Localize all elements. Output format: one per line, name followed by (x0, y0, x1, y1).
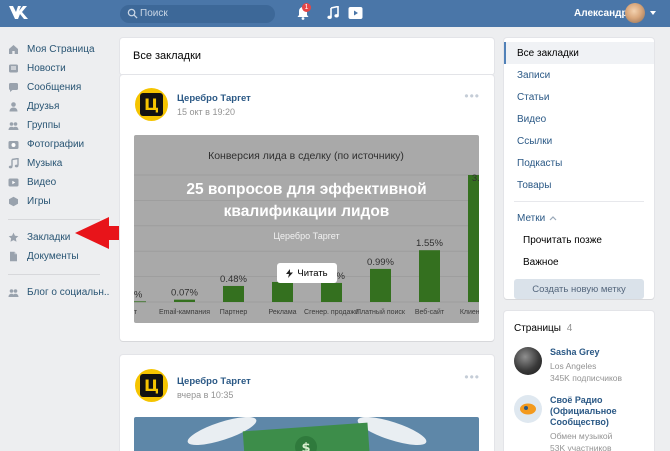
sidebar-item-label: Сообщения (27, 82, 82, 93)
post-date[interactable]: вчера в 10:35 (177, 390, 233, 400)
page-avatar[interactable] (514, 395, 542, 423)
sidebar-item-label: Фотографии (27, 139, 85, 150)
sidebar-item[interactable]: Сообщения (8, 78, 108, 97)
svg-text:$: $ (301, 441, 310, 451)
bookmarks-filter-menu: Все закладки Записи Статьи Видео Ссылки Подка… (504, 38, 654, 299)
money-illustration: $ (187, 417, 427, 451)
sidebar-item[interactable]: Моя Страница (8, 40, 108, 59)
page-name[interactable]: Sasha Grey (550, 347, 600, 357)
filter-item[interactable]: Видео (504, 108, 654, 130)
tag-item[interactable]: Прочитать позже (504, 229, 654, 251)
image-overlay (134, 135, 479, 323)
sidebar-item-label: Видео (27, 177, 57, 188)
read-button[interactable]: Читать (277, 263, 337, 283)
radio-logo-icon (520, 403, 536, 415)
more-options-icon[interactable]: ••• (464, 371, 480, 383)
music-icon[interactable] (327, 6, 339, 20)
page-avatar[interactable] (514, 347, 542, 375)
page-name[interactable]: Своё Радио (Официальное Сообщество) (550, 395, 617, 428)
blog-icon (8, 287, 19, 298)
article-source: Церебро Таргет (273, 231, 340, 241)
photos-icon (8, 139, 19, 150)
chevron-up-icon (549, 215, 557, 220)
sidebar-item-label: Документы (27, 251, 79, 262)
star-icon (8, 232, 19, 243)
sidebar-item[interactable]: Музыка (8, 154, 108, 173)
sidebar-item-label: Музыка (27, 158, 63, 169)
home-icon (8, 44, 19, 55)
page-subtitle: Los Angeles (550, 361, 597, 371)
pages-title[interactable]: Страницы 4 (514, 323, 572, 334)
post-author-name[interactable]: Церебро Таргет (177, 376, 251, 387)
lightning-icon (286, 268, 294, 278)
search-placeholder: Поиск (140, 8, 168, 19)
post-author-avatar[interactable]: Ц (135, 88, 168, 121)
more-options-icon[interactable]: ••• (464, 90, 480, 102)
sidebar-item[interactable]: Блог о социальн.. (8, 283, 110, 302)
post-date[interactable]: 15 окт в 19:20 (177, 107, 235, 117)
tag-item[interactable]: Важное (504, 251, 654, 273)
filter-item[interactable]: Записи (504, 64, 654, 86)
news-icon (8, 63, 19, 74)
sidebar-item-label: Друзья (27, 101, 60, 112)
right-column: Все закладки Записи Статьи Видео Ссылки Подка… (504, 38, 654, 451)
filter-item[interactable]: Все закладки (504, 42, 654, 64)
video-icon (8, 177, 19, 188)
user-name[interactable]: Александр (574, 8, 628, 19)
bookmarks-feed: Все закладки Ц Церебро Таргет 15 окт в 1… (120, 38, 494, 451)
document-icon (8, 251, 19, 262)
video-icon[interactable] (348, 6, 363, 20)
filter-item[interactable]: Ссылки (504, 130, 654, 152)
nav-divider (8, 274, 100, 275)
messages-icon (8, 82, 19, 93)
sidebar-item-label: Группы (27, 120, 61, 131)
groups-icon (8, 120, 19, 131)
sidebar-item-label: Моя Страница (27, 44, 95, 55)
conversion-chart: Конверсия лида в сделку (по источнику) 2… (134, 135, 479, 323)
create-tag-button[interactable]: Создать новую метку (514, 279, 644, 299)
article-snippet[interactable]: Конверсия лида в сделку (по источнику) 2… (134, 135, 479, 323)
post-card: Ц Церебро Таргет вчера в 10:35 ••• $ (120, 355, 494, 451)
sidebar-item[interactable]: Группы (8, 116, 108, 135)
sidebar-item[interactable]: Новости (8, 59, 108, 78)
chevron-down-icon[interactable] (650, 11, 656, 15)
games-icon (8, 196, 19, 207)
sidebar-item-label: Новости (27, 63, 66, 74)
feed-header-card: Все закладки (120, 38, 494, 75)
pages-card: Страницы 4 Sasha Grey Los Angeles 345K п… (504, 311, 654, 451)
page-subtitle: Обмен музыкой (550, 431, 613, 441)
sidebar-item[interactable]: Фотографии (8, 135, 108, 154)
top-bar: Поиск 1 Александр (0, 0, 670, 27)
page-followers: 345K подписчиков (550, 373, 623, 383)
user-avatar[interactable] (625, 3, 645, 23)
page-title: Все закладки (120, 38, 494, 75)
friends-icon (8, 101, 19, 112)
sidebar-item[interactable]: Друзья (8, 97, 108, 116)
sidebar-item-label: Игры (27, 196, 51, 207)
pages-count: 4 (566, 323, 573, 334)
article-snippet[interactable]: $ (134, 417, 479, 451)
menu-divider (514, 201, 644, 202)
page-followers: 53K участников (550, 443, 612, 451)
sidebar-item-label: Блог о социальн.. (27, 287, 110, 298)
sidebar-item-label: Закладки (27, 232, 71, 243)
notification-badge: 1 (302, 3, 311, 12)
search-input[interactable]: Поиск (120, 5, 275, 23)
filter-item[interactable]: Товары (504, 174, 654, 196)
post-card: Ц Церебро Таргет 15 окт в 19:20 ••• Конв… (120, 75, 494, 341)
article-title: 25 вопросов для эффективной квалификации… (186, 181, 427, 220)
sidebar-item[interactable]: Игры (8, 192, 108, 211)
music-icon (8, 158, 19, 169)
post-author-avatar[interactable]: Ц (135, 369, 168, 402)
vk-logo-icon[interactable] (8, 5, 30, 22)
tags-toggle[interactable]: Метки (504, 207, 654, 229)
left-sidebar: Моя Страница Новости Сообщения Друзья Группы… (8, 40, 110, 302)
filter-item[interactable]: Подкасты (504, 152, 654, 174)
search-icon (127, 8, 138, 19)
sidebar-item[interactable]: Видео (8, 173, 108, 192)
filter-item[interactable]: Статьи (504, 86, 654, 108)
post-author-name[interactable]: Церебро Таргет (177, 93, 251, 104)
